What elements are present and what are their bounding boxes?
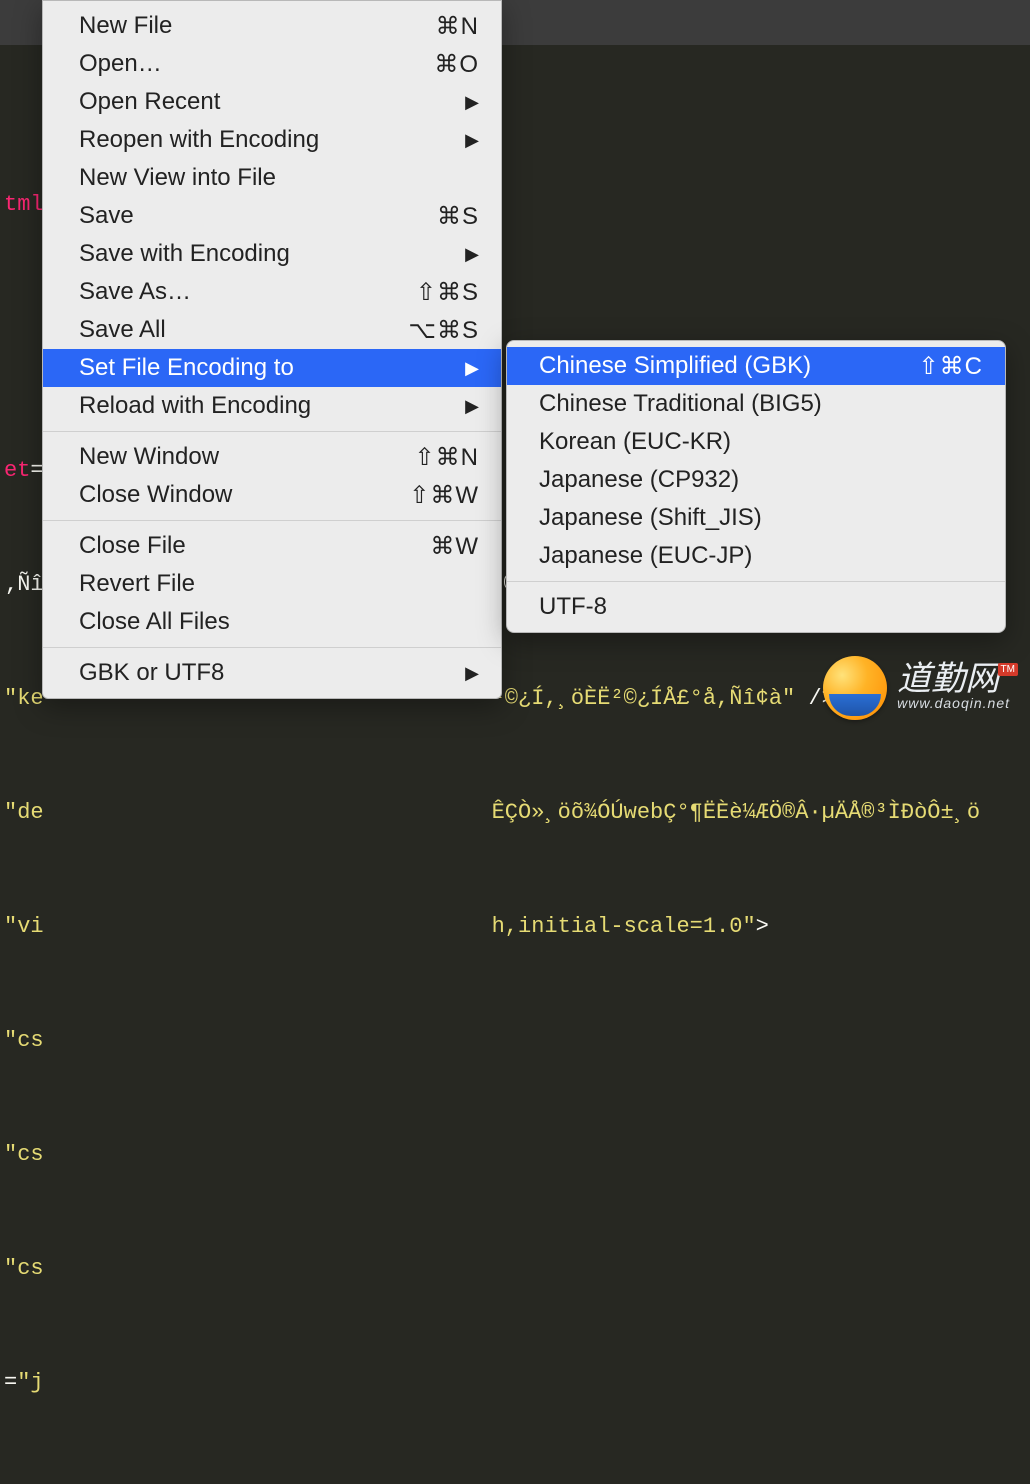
submenu-arrow-icon: ▶ [465,663,479,684]
file-menu: New File⌘NOpen…⌘OOpen Recent▶Reopen with… [42,0,502,699]
menu-separator [43,647,501,648]
menu-item-label: Japanese (EUC-JP) [539,542,752,570]
code-token: tml [4,192,44,217]
file-menu-item[interactable]: Save All ⌥⌘S [43,311,501,349]
file-menu-item[interactable]: Reopen with Encoding ▶ [43,121,501,159]
code-token: "de [4,800,44,825]
encoding-submenu-item[interactable]: Chinese Traditional (BIG5) [507,385,1005,423]
code-token: "j [17,1370,43,1395]
encoding-submenu-item[interactable]: Chinese Simplified (GBK) ⇧⌘C [507,347,1005,385]
file-menu-item[interactable]: Save As… ⇧⌘S [43,273,501,311]
menu-separator [43,431,501,432]
menu-separator [507,581,1005,582]
menu-shortcut: ⌘N [436,12,479,41]
watermark-logo: 道勤网 www.daoqin.net TM [823,656,1010,720]
file-menu-item[interactable]: GBK or UTF8 ▶ [43,654,501,692]
code-token: "ke [4,686,44,711]
menu-item-label: Save with Encoding [79,240,290,268]
menu-shortcut: ⌘S [437,202,479,231]
code-token: et [4,458,30,483]
menu-item-label: New View into File [79,164,276,192]
menu-item-label: Open Recent [79,88,220,116]
submenu-arrow-icon: ▶ [465,244,479,265]
file-menu-item[interactable]: New File ⌘N [43,7,501,45]
menu-item-label: Close Window [79,481,232,509]
menu-item-label: New Window [79,443,219,471]
file-menu-item[interactable]: Close All Files [43,603,501,641]
file-menu-item[interactable]: New Window ⇧⌘N [43,438,501,476]
submenu-arrow-icon: ▶ [465,92,479,113]
menu-item-label: New File [79,12,172,40]
logo-text-cn: 道勤网 [897,665,1010,696]
menu-item-label: Reload with Encoding [79,392,311,420]
code-token: ‚Ñî [4,572,44,597]
menu-shortcut: ⌘O [434,50,479,79]
submenu-arrow-icon: ▶ [465,130,479,151]
menu-item-label: Revert File [79,570,195,598]
encoding-submenu: Chinese Simplified (GBK) ⇧⌘C Chinese Tradi… [506,340,1006,633]
menu-item-label: Chinese Simplified (GBK) [539,352,811,380]
file-menu-item[interactable]: Save ⌘S [43,197,501,235]
menu-item-label: UTF-8 [539,593,607,621]
menu-item-label: Korean (EUC-KR) [539,428,731,456]
file-menu-item[interactable]: Set File Encoding to ▶ [43,349,501,387]
code-token: "vi [4,914,44,939]
menu-separator [43,520,501,521]
encoding-submenu-item[interactable]: UTF-8 [507,588,1005,626]
code-token: "cs [4,1256,44,1281]
logo-icon [823,656,887,720]
menu-item-label: Reopen with Encoding [79,126,319,154]
file-menu-item[interactable]: Close Window ⇧⌘W [43,476,501,514]
menu-item-label: Close All Files [79,608,230,636]
code-token: "cs [4,1142,44,1167]
menu-shortcut: ⌥⌘S [408,316,479,345]
menu-item-label: Open… [79,50,162,78]
menu-shortcut: ⇧⌘S [416,278,479,307]
menu-item-label: GBK or UTF8 [79,659,224,687]
logo-url: www.daoqin.net [897,695,1010,711]
encoding-submenu-item[interactable]: Japanese (CP932) [507,461,1005,499]
file-menu-item[interactable]: Revert File [43,565,501,603]
menu-item-label: Japanese (CP932) [539,466,739,494]
menu-item-label: Chinese Traditional (BIG5) [539,390,822,418]
encoding-submenu-item[interactable]: Japanese (EUC-JP) [507,537,1005,575]
submenu-arrow-icon: ▶ [465,358,479,379]
code-token: "cs [4,1028,44,1053]
encoding-submenu-item[interactable]: Korean (EUC-KR) [507,423,1005,461]
menu-item-label: Japanese (Shift_JIS) [539,504,762,532]
file-menu-item[interactable]: Open… ⌘O [43,45,501,83]
menu-shortcut: ⇧⌘C [919,352,983,381]
file-menu-item[interactable]: Close File ⌘W [43,527,501,565]
encoding-submenu-item[interactable]: Japanese (Shift_JIS) [507,499,1005,537]
menu-shortcut: ⇧⌘W [409,481,479,510]
file-menu-item[interactable]: New View into File [43,159,501,197]
file-menu-item[interactable]: Save with Encoding ▶ [43,235,501,273]
menu-item-label: Save All [79,316,166,344]
menu-item-label: Close File [79,532,186,560]
submenu-arrow-icon: ▶ [465,396,479,417]
logo-tm: TM [998,663,1018,676]
file-menu-item[interactable]: Reload with Encoding ▶ [43,387,501,425]
menu-item-label: Save As… [79,278,191,306]
menu-shortcut: ⇧⌘N [415,443,479,472]
menu-item-label: Set File Encoding to [79,354,294,382]
menu-item-label: Save [79,202,134,230]
menu-shortcut: ⌘W [430,532,479,561]
file-menu-item[interactable]: Open Recent ▶ [43,83,501,121]
